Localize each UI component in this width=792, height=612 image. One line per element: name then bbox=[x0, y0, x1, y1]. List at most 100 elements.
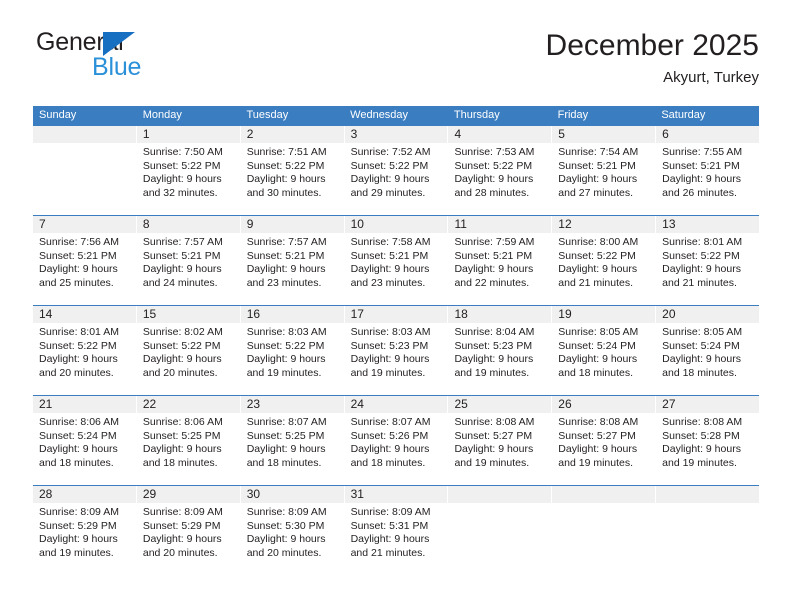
calendar-day-cell[interactable]: 20 Sunrise: 8:05 AM Sunset: 5:24 PM Dayl… bbox=[656, 306, 760, 395]
calendar-day-cell[interactable]: 1 Sunrise: 7:50 AM Sunset: 5:22 PM Dayli… bbox=[136, 126, 241, 215]
sunrise-text: Sunrise: 8:08 AM bbox=[454, 416, 535, 428]
sunset-text: Sunset: 5:27 PM bbox=[558, 429, 636, 442]
day-details: Sunrise: 8:08 AM Sunset: 5:27 PM Dayligh… bbox=[448, 413, 551, 470]
daylight-text: Daylight: 9 hours and 18 minutes. bbox=[350, 443, 430, 469]
calendar-day-cell[interactable]: 10 Sunrise: 7:58 AM Sunset: 5:21 PM Dayl… bbox=[344, 216, 449, 305]
daylight-text: Daylight: 9 hours and 30 minutes. bbox=[246, 173, 326, 199]
sunset-text: Sunset: 5:22 PM bbox=[246, 159, 325, 172]
calendar-day-cell[interactable]: 27 Sunrise: 8:08 AM Sunset: 5:28 PM Dayl… bbox=[656, 396, 760, 485]
day-details: Sunrise: 8:01 AM Sunset: 5:22 PM Dayligh… bbox=[656, 233, 759, 290]
calendar-day-cell[interactable]: 5 Sunrise: 7:54 AM Sunset: 5:21 PM Dayli… bbox=[552, 126, 657, 215]
day-details: Sunrise: 8:09 AM Sunset: 5:30 PM Dayligh… bbox=[241, 503, 344, 560]
calendar-day-cell[interactable]: 28 Sunrise: 8:09 AM Sunset: 5:29 PM Dayl… bbox=[33, 486, 137, 575]
day-details bbox=[448, 503, 551, 506]
calendar-day-cell[interactable]: 9 Sunrise: 7:57 AM Sunset: 5:21 PM Dayli… bbox=[240, 216, 345, 305]
sunrise-text: Sunrise: 8:00 AM bbox=[558, 236, 639, 248]
calendar-day-cell[interactable]: 4 Sunrise: 7:53 AM Sunset: 5:22 PM Dayli… bbox=[448, 126, 553, 215]
sunset-text: Sunset: 5:22 PM bbox=[142, 339, 221, 352]
calendar-day-cell[interactable]: 3 Sunrise: 7:52 AM Sunset: 5:22 PM Dayli… bbox=[344, 126, 449, 215]
day-number: 8 bbox=[136, 216, 240, 233]
day-number: 10 bbox=[344, 216, 448, 233]
day-details: Sunrise: 7:55 AM Sunset: 5:21 PM Dayligh… bbox=[656, 143, 759, 200]
daylight-text: Daylight: 9 hours and 18 minutes. bbox=[142, 443, 222, 469]
calendar-day-cell[interactable]: 7 Sunrise: 7:56 AM Sunset: 5:21 PM Dayli… bbox=[33, 216, 137, 305]
day-number: 31 bbox=[344, 486, 448, 503]
sunset-text: Sunset: 5:21 PM bbox=[662, 159, 740, 172]
calendar-day-cell[interactable]: 12 Sunrise: 8:00 AM Sunset: 5:22 PM Dayl… bbox=[552, 216, 657, 305]
daylight-text: Daylight: 9 hours and 18 minutes. bbox=[662, 353, 741, 379]
day-number: 16 bbox=[240, 306, 344, 323]
day-details: Sunrise: 8:04 AM Sunset: 5:23 PM Dayligh… bbox=[448, 323, 551, 380]
day-number: 4 bbox=[448, 126, 552, 143]
calendar-day-cell[interactable]: 21 Sunrise: 8:06 AM Sunset: 5:24 PM Dayl… bbox=[33, 396, 137, 485]
calendar-day-cell[interactable]: 24 Sunrise: 8:07 AM Sunset: 5:26 PM Dayl… bbox=[344, 396, 449, 485]
calendar-day-cell[interactable]: 15 Sunrise: 8:02 AM Sunset: 5:22 PM Dayl… bbox=[136, 306, 241, 395]
sunrise-text: Sunrise: 7:51 AM bbox=[246, 146, 327, 158]
calendar-day-cell[interactable] bbox=[656, 486, 760, 575]
weekday-header-friday: Friday bbox=[557, 109, 589, 121]
general-blue-logo: General Blue bbox=[33, 28, 253, 90]
day-details: Sunrise: 7:54 AM Sunset: 5:21 PM Dayligh… bbox=[552, 143, 655, 200]
calendar-day-cell[interactable]: 14 Sunrise: 8:01 AM Sunset: 5:22 PM Dayl… bbox=[33, 306, 137, 395]
sunset-text: Sunset: 5:24 PM bbox=[662, 339, 740, 352]
calendar-day-cell[interactable]: 30 Sunrise: 8:09 AM Sunset: 5:30 PM Dayl… bbox=[240, 486, 345, 575]
calendar-day-cell[interactable]: 31 Sunrise: 8:09 AM Sunset: 5:31 PM Dayl… bbox=[344, 486, 449, 575]
calendar-day-cell[interactable]: 2 Sunrise: 7:51 AM Sunset: 5:22 PM Dayli… bbox=[240, 126, 345, 215]
sunrise-text: Sunrise: 7:59 AM bbox=[454, 236, 535, 248]
calendar-day-cell[interactable]: 26 Sunrise: 8:08 AM Sunset: 5:27 PM Dayl… bbox=[552, 396, 657, 485]
calendar-day-cell[interactable]: 19 Sunrise: 8:05 AM Sunset: 5:24 PM Dayl… bbox=[552, 306, 657, 395]
sunrise-text: Sunrise: 8:07 AM bbox=[350, 416, 431, 428]
day-number: 9 bbox=[240, 216, 344, 233]
daylight-text: Daylight: 9 hours and 18 minutes. bbox=[558, 353, 638, 379]
sunrise-text: Sunrise: 7:54 AM bbox=[558, 146, 639, 158]
sunset-text: Sunset: 5:22 PM bbox=[662, 249, 740, 262]
calendar-day-cell[interactable]: 29 Sunrise: 8:09 AM Sunset: 5:29 PM Dayl… bbox=[136, 486, 241, 575]
day-details: Sunrise: 8:07 AM Sunset: 5:26 PM Dayligh… bbox=[345, 413, 448, 470]
day-details: Sunrise: 7:53 AM Sunset: 5:22 PM Dayligh… bbox=[448, 143, 551, 200]
sunrise-text: Sunrise: 8:01 AM bbox=[662, 236, 743, 248]
daylight-text: Daylight: 9 hours and 18 minutes. bbox=[246, 443, 326, 469]
calendar-day-cell[interactable]: 6 Sunrise: 7:55 AM Sunset: 5:21 PM Dayli… bbox=[656, 126, 760, 215]
daylight-text: Daylight: 9 hours and 19 minutes. bbox=[454, 353, 534, 379]
calendar-day-cell[interactable]: 16 Sunrise: 8:03 AM Sunset: 5:22 PM Dayl… bbox=[240, 306, 345, 395]
day-details: Sunrise: 8:08 AM Sunset: 5:28 PM Dayligh… bbox=[656, 413, 759, 470]
daylight-text: Daylight: 9 hours and 26 minutes. bbox=[662, 173, 741, 199]
daylight-text: Daylight: 9 hours and 20 minutes. bbox=[142, 533, 222, 559]
day-number: 1 bbox=[136, 126, 240, 143]
daylight-text: Daylight: 9 hours and 29 minutes. bbox=[350, 173, 430, 199]
calendar-day-cell[interactable]: 23 Sunrise: 8:07 AM Sunset: 5:25 PM Dayl… bbox=[240, 396, 345, 485]
weekday-header-tuesday: Tuesday bbox=[246, 109, 289, 121]
day-number: 22 bbox=[136, 396, 240, 413]
calendar-day-cell[interactable]: 13 Sunrise: 8:01 AM Sunset: 5:22 PM Dayl… bbox=[656, 216, 760, 305]
day-details bbox=[656, 503, 759, 506]
daylight-text: Daylight: 9 hours and 28 minutes. bbox=[454, 173, 534, 199]
daylight-text: Daylight: 9 hours and 21 minutes. bbox=[350, 533, 430, 559]
sunrise-text: Sunrise: 7:50 AM bbox=[142, 146, 223, 158]
day-details: Sunrise: 8:01 AM Sunset: 5:22 PM Dayligh… bbox=[33, 323, 136, 380]
calendar-day-cell[interactable]: 18 Sunrise: 8:04 AM Sunset: 5:23 PM Dayl… bbox=[448, 306, 553, 395]
sunset-text: Sunset: 5:26 PM bbox=[350, 429, 429, 442]
day-number: 25 bbox=[448, 396, 552, 413]
calendar-day-cell[interactable]: 25 Sunrise: 8:08 AM Sunset: 5:27 PM Dayl… bbox=[448, 396, 553, 485]
day-details: Sunrise: 8:05 AM Sunset: 5:24 PM Dayligh… bbox=[656, 323, 759, 380]
calendar-day-cell[interactable]: 22 Sunrise: 8:06 AM Sunset: 5:25 PM Dayl… bbox=[136, 396, 241, 485]
day-number: 13 bbox=[656, 216, 760, 233]
weekday-header-thursday: Thursday bbox=[453, 109, 500, 121]
sunrise-text: Sunrise: 8:02 AM bbox=[142, 326, 223, 338]
calendar-day-cell[interactable]: 8 Sunrise: 7:57 AM Sunset: 5:21 PM Dayli… bbox=[136, 216, 241, 305]
daylight-text: Daylight: 9 hours and 23 minutes. bbox=[246, 263, 326, 289]
sunset-text: Sunset: 5:21 PM bbox=[454, 249, 533, 262]
calendar-day-cell[interactable] bbox=[552, 486, 657, 575]
calendar-day-cell[interactable]: 11 Sunrise: 7:59 AM Sunset: 5:21 PM Dayl… bbox=[448, 216, 553, 305]
sunset-text: Sunset: 5:21 PM bbox=[39, 249, 117, 262]
daylight-text: Daylight: 9 hours and 19 minutes. bbox=[39, 533, 118, 559]
daylight-text: Daylight: 9 hours and 21 minutes. bbox=[558, 263, 638, 289]
calendar-day-cell[interactable]: 17 Sunrise: 8:03 AM Sunset: 5:23 PM Dayl… bbox=[344, 306, 449, 395]
calendar-day-cell[interactable] bbox=[448, 486, 553, 575]
sunrise-text: Sunrise: 8:05 AM bbox=[662, 326, 743, 338]
calendar-day-cell[interactable] bbox=[33, 126, 137, 215]
day-number: 30 bbox=[240, 486, 344, 503]
sunrise-text: Sunrise: 8:05 AM bbox=[558, 326, 639, 338]
daylight-text: Daylight: 9 hours and 19 minutes. bbox=[246, 353, 326, 379]
weekday-header-row: Sunday Monday Tuesday Wednesday Thursday… bbox=[33, 106, 759, 125]
